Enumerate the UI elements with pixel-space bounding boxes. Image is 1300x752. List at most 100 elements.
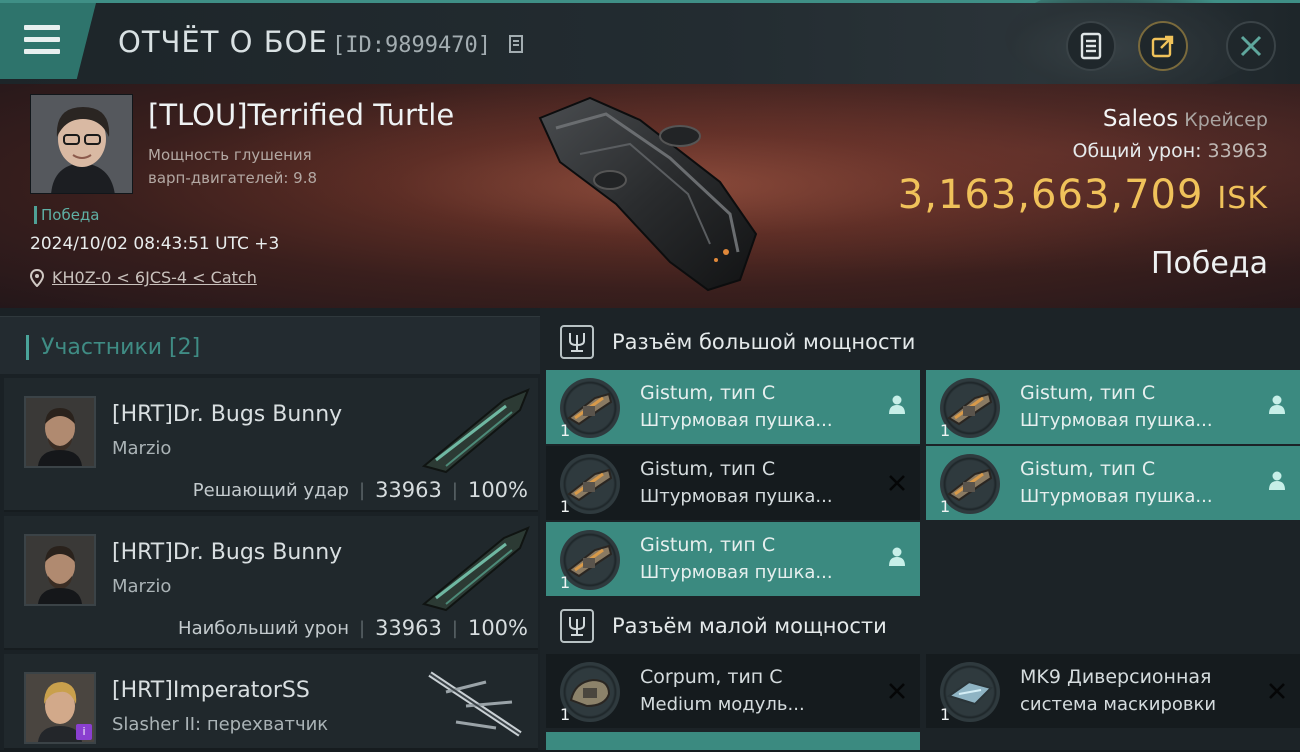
isk-amount: 3,163,663,709 [897, 172, 1204, 218]
participant-percent: 100% [467, 478, 528, 502]
participant-row[interactable]: [HRT]Dr. Bugs Bunny Marzio Наибольший ур… [4, 516, 538, 650]
participant-avatar[interactable] [24, 396, 96, 468]
location-route[interactable]: KH0Z-0 < 6JCS-4 < Catch [30, 268, 257, 287]
module-qty: 1 [940, 497, 951, 516]
report-id[interactable]: [ID:9899470] [332, 33, 524, 58]
participant-name: [HRT]ImperatorSS [112, 678, 310, 703]
hamburger-menu-icon [24, 25, 60, 55]
menu-button[interactable] [0, 3, 96, 79]
module-qty: 1 [560, 497, 571, 516]
fitting-panel: Разъём большой мощности 1 Gistum, тип C … [540, 308, 1300, 750]
module-desc: система маскировки [1020, 694, 1217, 715]
destroyed-x-icon [888, 470, 906, 498]
module-name: Gistum, тип C [1020, 382, 1156, 404]
details-button[interactable] [1066, 21, 1116, 71]
close-icon [1240, 35, 1262, 57]
module-slot[interactable]: 1 MK9 Диверсионная система маскировки [926, 654, 1300, 728]
total-damage-label: Общий урон: [1072, 140, 1202, 162]
module-slot[interactable]: 1 Gistum, тип C Штурмовая пушка... [546, 446, 920, 520]
module-qty: 1 [940, 421, 951, 440]
isk-unit: ISK [1217, 181, 1268, 216]
participant-ship-image [428, 671, 522, 737]
participant-percent: 100% [467, 616, 528, 640]
participant-avatar[interactable] [24, 534, 96, 606]
module-slot-partial[interactable] [546, 732, 920, 750]
module-slot[interactable]: 1 Gistum, тип C Штурмовая пушка... [926, 446, 1300, 520]
participant-avatar[interactable]: i [24, 672, 96, 744]
corp-badge-icon: i [76, 724, 92, 740]
module-desc: Medium модуль... [640, 694, 805, 715]
top-bar: ОТЧЁТ О БОЕ [ID:9899470] [0, 0, 1300, 93]
timestamp: 2024/10/02 08:43:51 UTC +3 [30, 234, 280, 254]
isk-value: 3,163,663,709 ISK [898, 172, 1268, 218]
participants-panel: Участники [2] [HRT]Dr. Bugs Bunny Marzio… [0, 308, 540, 750]
low-slot-icon [560, 609, 594, 643]
ship-class: Крейсер [1184, 109, 1268, 131]
participant-row[interactable]: i [HRT]ImperatorSS Slasher II: перехватч… [4, 654, 538, 750]
dropped-person-icon [888, 394, 906, 420]
module-qty: 1 [560, 573, 571, 592]
participant-ship: Marzio [112, 576, 172, 597]
portrait-graphic [26, 536, 94, 604]
battle-result: Победа [1151, 246, 1268, 281]
participant-name: [HRT]Dr. Bugs Bunny [112, 402, 343, 427]
ship-info[interactable]: Saleos Крейсер [1103, 106, 1268, 132]
module-desc: Штурмовая пушка... [640, 410, 833, 431]
module-desc: Штурмовая пушка... [1020, 410, 1213, 431]
victim-avatar[interactable] [30, 94, 133, 194]
victim-ship-image[interactable] [520, 84, 780, 304]
participant-role: Решающий удар [192, 479, 349, 501]
module-name: Gistum, тип C [640, 458, 776, 480]
module-desc: Штурмовая пушка... [1020, 486, 1213, 507]
participant-damage: 33963 [375, 478, 442, 502]
total-damage: Общий урон: 33963 [1072, 140, 1268, 162]
status-badge: Победа [34, 206, 100, 224]
share-icon [1151, 35, 1174, 58]
participants-tab-label: Участники [2] [26, 335, 200, 360]
participant-stats: Решающий удар | 33963 | 100% [192, 478, 528, 502]
participant-ship: Slasher II: перехватчик [112, 714, 329, 735]
document-icon [1080, 32, 1102, 60]
close-button[interactable] [1226, 21, 1276, 71]
module-name: Gistum, тип C [640, 534, 776, 556]
module-qty: 1 [560, 705, 571, 724]
high-slot-section: Разъём большой мощности [540, 312, 1300, 372]
destroyed-x-icon [888, 678, 906, 706]
module-slot[interactable]: 1 Gistum, тип C Штурмовая пушка... [926, 370, 1300, 444]
participant-name: [HRT]Dr. Bugs Bunny [112, 540, 343, 565]
participants-tab[interactable]: Участники [2] [0, 316, 540, 374]
destroyed-x-icon [1268, 678, 1286, 706]
participant-damage: 33963 [375, 616, 442, 640]
low-slot-section: Разъём малой мощности [540, 596, 1300, 656]
victim-name[interactable]: [TLOU]Terrified Turtle [148, 98, 454, 132]
victim-banner: [TLOU]Terrified Turtle Мощность глушения… [0, 84, 1300, 308]
participant-row[interactable]: [HRT]Dr. Bugs Bunny Marzio Решающий удар… [4, 378, 538, 512]
copy-icon[interactable] [508, 34, 524, 54]
portrait-graphic [31, 95, 132, 193]
high-slot-icon [560, 325, 594, 359]
module-desc: Штурмовая пушка... [640, 562, 833, 583]
participant-role: Наибольший урон [178, 617, 349, 639]
module-slot[interactable]: 1 Corpum, тип C Medium модуль... [546, 654, 920, 728]
dropped-person-icon [1268, 470, 1286, 496]
ship-name: Saleos [1102, 106, 1179, 132]
victim-stat-line2: варп-двигателей: 9.8 [148, 169, 318, 187]
participant-stats: Наибольший урон | 33963 | 100% [178, 616, 528, 640]
module-name: Gistum, тип C [640, 382, 776, 404]
module-desc: Штурмовая пушка... [640, 486, 833, 507]
location-pin-icon [30, 268, 44, 287]
module-name: Corpum, тип C [640, 666, 783, 688]
module-slot[interactable]: 1 Gistum, тип C Штурмовая пушка... [546, 370, 920, 444]
route-link[interactable]: KH0Z-0 < 6JCS-4 < Catch [52, 268, 257, 287]
victim-stat: Мощность глушения варп-двигателей: 9.8 [148, 144, 358, 190]
report-id-text: [ID:9899470] [332, 33, 491, 58]
participant-ship: Marzio [112, 438, 172, 459]
module-qty: 1 [940, 705, 951, 724]
total-damage-value: 33963 [1207, 140, 1268, 162]
victim-stat-line1: Мощность глушения [148, 146, 312, 164]
page-title: ОТЧЁТ О БОЕ [118, 25, 328, 59]
participant-ship-image [421, 388, 530, 474]
share-button[interactable] [1138, 21, 1188, 71]
module-slot[interactable]: 1 Gistum, тип C Штурмовая пушка... [546, 522, 920, 596]
high-slot-title: Разъём большой мощности [612, 330, 916, 354]
